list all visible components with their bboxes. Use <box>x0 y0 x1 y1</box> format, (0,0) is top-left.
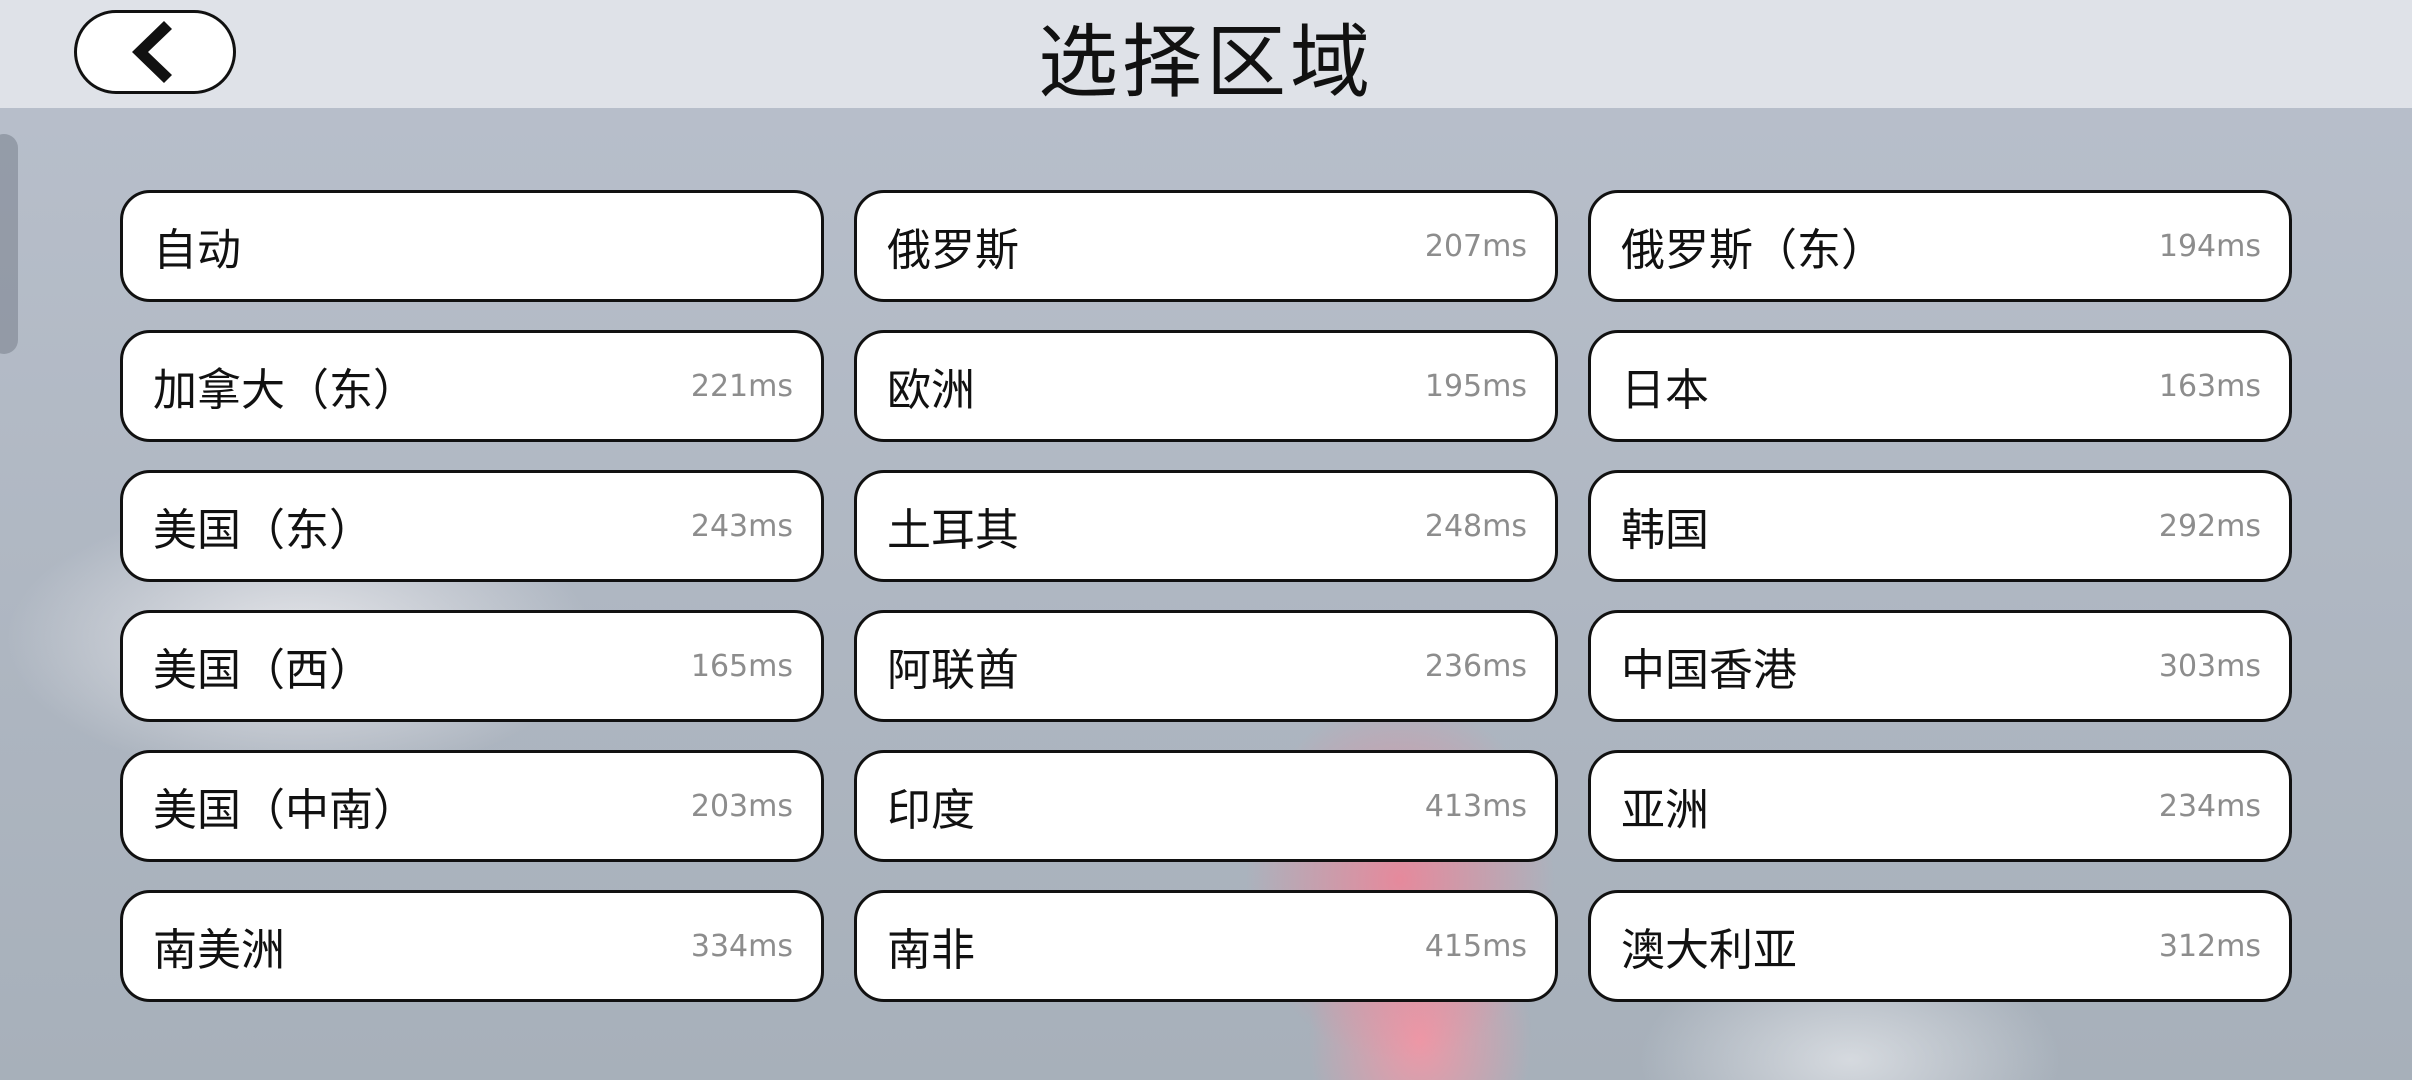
region-button[interactable]: 亚洲 234ms <box>1588 750 2292 862</box>
region-name: 美国（东） <box>153 505 373 556</box>
region-grid: 自动 俄罗斯 207ms 俄罗斯（东） 194ms 加拿大（东） 221ms 欧… <box>120 190 2292 1002</box>
region-ping: 163ms <box>2158 368 2261 404</box>
region-button[interactable]: 美国（西） 165ms <box>120 610 824 722</box>
region-ping: 312ms <box>2158 928 2261 964</box>
region-ping: 194ms <box>2158 228 2261 264</box>
region-ping: 221ms <box>690 368 793 404</box>
page-title: 选择区域 <box>1038 16 1374 109</box>
region-ping: 207ms <box>1424 228 1527 264</box>
region-name: 韩国 <box>1621 505 1709 556</box>
region-button[interactable]: 俄罗斯 207ms <box>854 190 1558 302</box>
region-ping: 195ms <box>1424 368 1527 404</box>
region-button[interactable]: 阿联酋 236ms <box>854 610 1558 722</box>
region-name: 欧洲 <box>887 365 975 416</box>
region-ping: 203ms <box>690 788 793 824</box>
region-name: 俄罗斯（东） <box>1621 225 1885 276</box>
region-ping: 165ms <box>690 648 793 684</box>
region-ping: 234ms <box>2158 788 2261 824</box>
region-name: 美国（中南） <box>153 785 417 836</box>
region-ping: 334ms <box>690 928 793 964</box>
region-name: 美国（西） <box>153 645 373 696</box>
region-button[interactable]: 加拿大（东） 221ms <box>120 330 824 442</box>
region-name: 印度 <box>887 785 975 836</box>
region-ping: 415ms <box>1424 928 1527 964</box>
region-name: 土耳其 <box>887 505 1019 556</box>
region-name: 加拿大（东） <box>153 365 417 416</box>
region-button[interactable]: 澳大利亚 312ms <box>1588 890 2292 1002</box>
region-button[interactable]: 俄罗斯（东） 194ms <box>1588 190 2292 302</box>
region-name: 自动 <box>153 225 241 276</box>
region-button[interactable]: 印度 413ms <box>854 750 1558 862</box>
region-ping: 243ms <box>690 508 793 544</box>
region-button[interactable]: 自动 <box>120 190 824 302</box>
region-ping: 413ms <box>1424 788 1527 824</box>
region-name: 俄罗斯 <box>887 225 1019 276</box>
region-button[interactable]: 韩国 292ms <box>1588 470 2292 582</box>
region-button[interactable]: 欧洲 195ms <box>854 330 1558 442</box>
region-name: 南非 <box>887 925 975 976</box>
region-name: 南美洲 <box>153 925 285 976</box>
region-name: 阿联酋 <box>887 645 1019 696</box>
region-ping: 236ms <box>1424 648 1527 684</box>
region-ping: 303ms <box>2158 648 2261 684</box>
region-ping: 292ms <box>2158 508 2261 544</box>
region-button[interactable]: 土耳其 248ms <box>854 470 1558 582</box>
side-drawer-handle[interactable] <box>0 134 18 354</box>
region-name: 澳大利亚 <box>1621 925 1797 976</box>
region-name: 中国香港 <box>1621 645 1797 696</box>
region-ping: 248ms <box>1424 508 1527 544</box>
region-button[interactable]: 日本 163ms <box>1588 330 2292 442</box>
region-name: 日本 <box>1621 365 1709 416</box>
region-button[interactable]: 美国（中南） 203ms <box>120 750 824 862</box>
region-name: 亚洲 <box>1621 785 1709 836</box>
region-button[interactable]: 中国香港 303ms <box>1588 610 2292 722</box>
region-button[interactable]: 南非 415ms <box>854 890 1558 1002</box>
region-button[interactable]: 美国（东） 243ms <box>120 470 824 582</box>
region-button[interactable]: 南美洲 334ms <box>120 890 824 1002</box>
